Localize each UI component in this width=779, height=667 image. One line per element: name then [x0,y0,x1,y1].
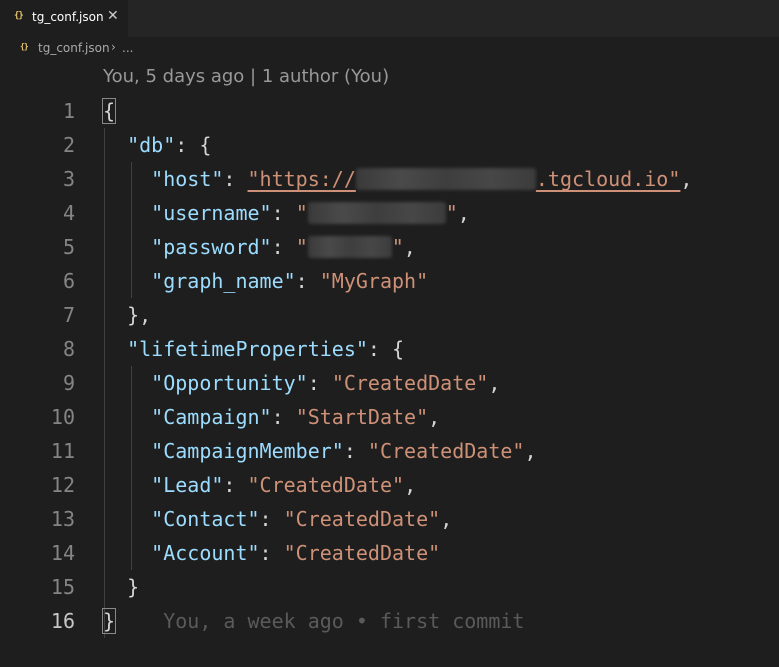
line-number: 10 [50,405,75,429]
close-icon[interactable]: ✕ [107,8,119,24]
code-line: 13 "Contact": "CreatedDate", [0,502,779,536]
code-line: 15 } [0,570,779,604]
line-number: 13 [50,507,75,531]
code-text: }, [127,303,152,327]
code-line: 8 "lifetimeProperties": { [0,332,779,366]
codelens-blame[interactable]: You, 5 days ago | 1 author (You) [103,66,389,87]
line-number: 15 [50,575,75,599]
redacted-value [307,236,392,258]
tab-label: tg_conf.json [32,10,104,24]
code-line-current: 16 } You, a week ago • first commit [0,604,779,638]
line-number: 1 [62,99,75,123]
json-file-icon: {} [20,42,29,51]
code-text: { [101,98,117,124]
line-number: 7 [62,303,75,327]
code-line: 7 }, [0,298,779,332]
line-number: 8 [62,337,75,361]
line-number: 16 [50,609,75,633]
chevron-right-icon: › [111,40,116,54]
code-line: 2 "db": { [0,128,779,162]
code-line: 6 "graph_name": "MyGraph" [0,264,779,298]
code-text: "Campaign": "StartDate", [151,405,441,429]
code-text: "Account": "CreatedDate" [151,541,441,565]
line-number: 2 [62,133,75,157]
tab-tg-conf-json[interactable]: {} tg_conf.json ✕ [0,0,128,37]
code-line: 4 "username": " ", [0,196,779,230]
breadcrumb: {} tg_conf.json › ... [0,37,779,60]
line-number: 11 [50,439,75,463]
code-text: "Opportunity": "CreatedDate", [151,371,501,395]
code-text: "password": " ", [151,235,416,259]
code-text: "username": " ", [151,201,470,225]
line-number: 3 [62,167,75,191]
line-number: 5 [62,235,75,259]
line-number: 6 [62,269,75,293]
code-text: "graph_name": "MyGraph" [151,269,429,293]
code-text: "db": { [127,133,212,157]
line-number: 14 [50,541,75,565]
redacted-value [355,168,536,190]
code-text: "host": "https://.tgcloud.io", [151,167,693,191]
line-number: 12 [50,473,75,497]
breadcrumb-file[interactable]: tg_conf.json [38,41,110,55]
tab-bar: {} tg_conf.json ✕ [0,0,779,37]
breadcrumb-symbols[interactable]: ... [122,41,133,55]
code-line: 9 "Opportunity": "CreatedDate", [0,366,779,400]
code-text: } You, a week ago • first commit [101,608,525,634]
host-url-link[interactable]: "https://.tgcloud.io" [248,167,681,191]
inline-blame: You, a week ago • first commit [163,609,525,633]
code-text: } [127,575,140,599]
code-line: 11 "CampaignMember": "CreatedDate", [0,434,779,468]
code-text: "CampaignMember": "CreatedDate", [151,439,537,463]
line-number: 4 [62,201,75,225]
code-line: 5 "password": " ", [0,230,779,264]
code-line: 3 "host": "https://.tgcloud.io", [0,162,779,196]
json-file-icon: {} [14,11,24,21]
redacted-value [307,202,446,224]
code-line: 10 "Campaign": "StartDate", [0,400,779,434]
code-text: "Lead": "CreatedDate", [151,473,417,497]
code-line: 12 "Lead": "CreatedDate", [0,468,779,502]
code-line: 14 "Account": "CreatedDate" [0,536,779,570]
code-text: "Contact": "CreatedDate", [151,507,453,531]
code-text: "lifetimeProperties": { [127,337,405,361]
line-number: 9 [62,371,75,395]
code-line: 1 { [0,94,779,128]
